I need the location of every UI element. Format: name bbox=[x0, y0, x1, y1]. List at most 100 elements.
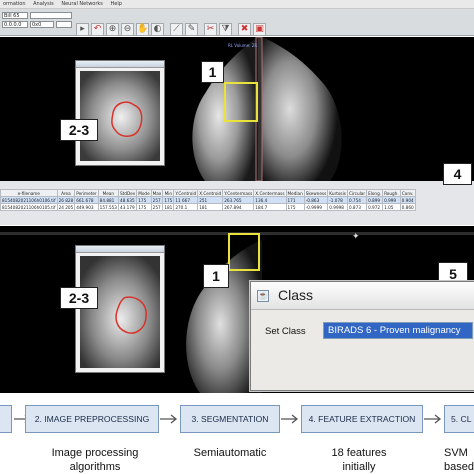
pointer-tool-icon[interactable]: ▸ bbox=[76, 23, 89, 36]
class-dialog-titlebar[interactable]: ☕ Class bbox=[251, 282, 474, 310]
col-mode[interactable]: Mode bbox=[136, 189, 152, 197]
java-app-icon: ☕ bbox=[257, 290, 269, 302]
col-stddev[interactable]: StdDev bbox=[117, 189, 138, 197]
zoom-field[interactable]: 0x0 bbox=[30, 21, 54, 28]
tumour-outline-bottom bbox=[80, 256, 160, 368]
set-class-label: Set Class bbox=[265, 326, 306, 337]
table-cell: 175 bbox=[136, 196, 152, 204]
zoom-out-icon[interactable]: ⊖ bbox=[121, 23, 134, 36]
tumour-outline-top bbox=[80, 71, 160, 161]
undo-icon[interactable]: ↶ bbox=[91, 23, 104, 36]
col-min[interactable]: Min bbox=[162, 189, 175, 197]
table-cell: 661.678 bbox=[74, 196, 99, 204]
table-cell: 175 bbox=[285, 203, 305, 211]
feature-table[interactable]: e-filename Area Perimeter Mean StdDev Mo… bbox=[0, 189, 416, 211]
segment-icon[interactable]: ✂ bbox=[204, 23, 217, 36]
desc-classification: SVM based bbox=[444, 446, 474, 474]
col-conv[interactable]: Conv. bbox=[399, 189, 416, 197]
class-dialog-title: Class bbox=[278, 287, 314, 303]
col-y-centroid[interactable]: Y.Centroid bbox=[173, 189, 199, 197]
pipeline-step-preprocessing: 2. IMAGE PREPROCESSING bbox=[25, 405, 159, 433]
menu-help[interactable]: Help bbox=[108, 1, 125, 7]
roi-selection-box-top[interactable] bbox=[224, 82, 258, 122]
col-mean[interactable]: Mean bbox=[97, 189, 119, 197]
save-icon[interactable]: ▣ bbox=[253, 23, 266, 36]
roi-selection-box-bottom[interactable] bbox=[228, 233, 260, 271]
contrast-icon[interactable]: ◐ bbox=[151, 23, 164, 36]
annotate-icon[interactable]: ✎ bbox=[185, 23, 198, 36]
table-cell: 0.754 bbox=[346, 196, 368, 204]
class-select[interactable]: BIRADS 6 - Proven malignancy bbox=[323, 322, 473, 339]
roi-window-bottom[interactable] bbox=[75, 245, 165, 373]
table-cell: 8154082021106h0106.tif bbox=[0, 196, 58, 204]
filter-icon[interactable]: ⧩ bbox=[219, 23, 232, 36]
pipeline-step-feature-extraction: 4. FEATURE EXTRACTION bbox=[301, 405, 423, 433]
table-cell: -0.9999 bbox=[303, 203, 329, 211]
col-perimeter[interactable]: Perimeter bbox=[74, 189, 99, 197]
table-cell: 181 bbox=[197, 203, 224, 211]
roi-window-titlebar[interactable] bbox=[76, 61, 164, 68]
table-cell: 1.05 bbox=[382, 203, 401, 211]
pipeline-step-1 bbox=[0, 405, 12, 433]
table-cell: 0.873 bbox=[346, 203, 368, 211]
table-cell: 84.881 bbox=[97, 196, 119, 204]
desc-line: initially bbox=[342, 461, 376, 473]
table-cell: 257 bbox=[150, 196, 164, 204]
col-skewness[interactable]: Skewness bbox=[303, 189, 329, 197]
frame-field[interactable] bbox=[56, 21, 72, 28]
feature-table-panel: e-filename Area Perimeter Mean StdDev Mo… bbox=[0, 181, 474, 225]
col-filename[interactable]: e-filename bbox=[0, 189, 58, 197]
delete-icon[interactable]: ✖ bbox=[238, 23, 251, 36]
callout-2-3-bottom: 2-3 bbox=[60, 287, 98, 309]
col-kurtosis[interactable]: Kurtosis bbox=[327, 189, 348, 197]
table-cell: 181 bbox=[162, 203, 175, 211]
col-x-centroid[interactable]: X.Centroid bbox=[197, 189, 224, 197]
table-cell: 0.899 bbox=[366, 196, 384, 204]
patient-id-field[interactable]: Bill 65 bbox=[2, 12, 28, 19]
series-field[interactable]: 0.0.0.0 bbox=[2, 21, 28, 28]
menu-neural-networks[interactable]: Neural Networks bbox=[58, 1, 106, 7]
col-elong[interactable]: Elong. bbox=[366, 189, 384, 197]
col-max[interactable]: Max bbox=[150, 189, 164, 197]
roi-window-titlebar[interactable] bbox=[76, 246, 164, 253]
class-dialog[interactable]: ☕ Class Set Class BIRADS 6 - Proven mali… bbox=[250, 281, 474, 391]
table-row[interactable]: 8154082021106h0106.tif 26 828 661.678 84… bbox=[0, 196, 416, 204]
class-select-value: BIRADS 6 - Proven malignancy bbox=[328, 325, 461, 336]
menu-bar: ormation Analysis Neural Networks Help bbox=[0, 0, 474, 9]
table-row[interactable]: 8154082021106h0105.tif 24 205 449.903 15… bbox=[0, 203, 416, 211]
toolbar: Bill 65 0.0.0.0 0x0 ▸ ↶ ⊕ ⊖ ✋ ◐ ⟋ ✎ ✂ ⧩ … bbox=[0, 9, 474, 36]
desc-line: 18 features bbox=[331, 447, 387, 459]
table-cell: 251 bbox=[197, 196, 224, 204]
measure-icon[interactable]: ⟋ bbox=[170, 23, 183, 36]
col-y-centermass[interactable]: Y.Centermass bbox=[222, 189, 255, 197]
col-median[interactable]: Median bbox=[285, 189, 305, 197]
table-cell: 0.972 bbox=[366, 203, 384, 211]
col-rough[interactable]: Rough. bbox=[382, 189, 401, 197]
col-circular[interactable]: Circular bbox=[346, 189, 368, 197]
roi-window-top[interactable] bbox=[75, 60, 165, 166]
table-header-row: e-filename Area Perimeter Mean StdDev Mo… bbox=[0, 189, 416, 197]
callout-4: 4 bbox=[443, 163, 472, 185]
menu-information[interactable]: ormation bbox=[0, 1, 29, 7]
zoom-in-icon[interactable]: ⊕ bbox=[106, 23, 119, 36]
col-area[interactable]: Area bbox=[56, 189, 76, 197]
col-x-centermass[interactable]: X.Centermass bbox=[253, 189, 287, 197]
table-cell: 43.179 bbox=[117, 203, 138, 211]
table-cell: 267.894 bbox=[222, 203, 255, 211]
table-cell: 0.860 bbox=[399, 203, 416, 211]
study-field[interactable] bbox=[30, 12, 72, 19]
table-cell: -0.863 bbox=[303, 196, 329, 204]
table-cell: 11 667 bbox=[173, 196, 199, 204]
table-cell: 136.4 bbox=[253, 196, 287, 204]
callout-1-top: 1 bbox=[201, 61, 224, 83]
menu-analysis[interactable]: Analysis bbox=[30, 1, 57, 7]
table-cell: 263.765 bbox=[222, 196, 255, 204]
table-cell: 175 bbox=[136, 203, 152, 211]
table-cell: 24 205 bbox=[56, 203, 76, 211]
desc-line: SVM bbox=[444, 447, 468, 459]
arrow-right-icon bbox=[281, 414, 299, 424]
table-cell: 175 bbox=[162, 196, 175, 204]
table-cell: 26 828 bbox=[56, 196, 76, 204]
pan-hand-icon[interactable]: ✋ bbox=[136, 23, 149, 36]
table-cell: 184.7 bbox=[253, 203, 287, 211]
